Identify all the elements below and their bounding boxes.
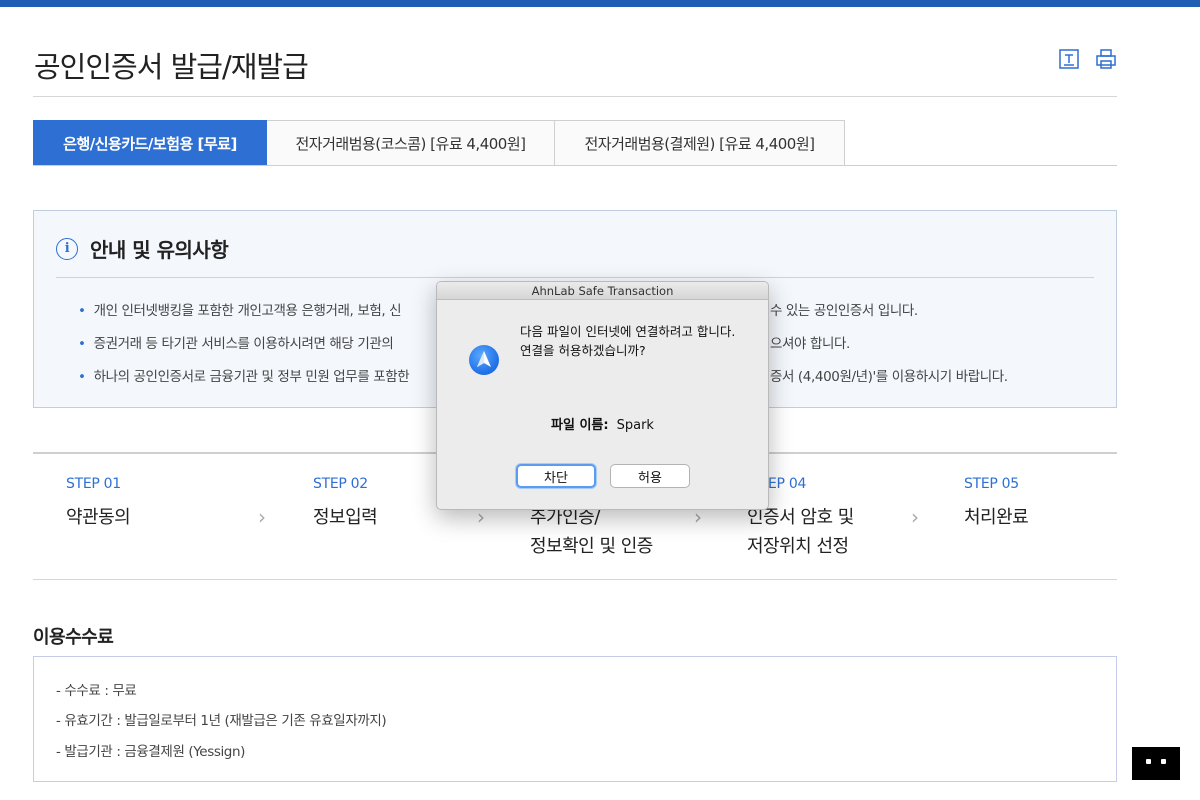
tab-koscom[interactable]: 전자거래범용(코스콤) [유료 4,400원] (267, 120, 555, 166)
notice-item-text-right: 수 있는 공인인증서 입니다. (770, 303, 918, 319)
print-icon[interactable] (1095, 48, 1117, 70)
dialog-message: 다음 파일이 인터넷에 연결하려고 합니다. 연결을 허용하겠습니까? (520, 324, 736, 358)
steps-bottom-border (33, 579, 1117, 580)
step-01-number: STEP 01 (66, 476, 121, 492)
step-05-number: STEP 05 (964, 476, 1019, 492)
file-name-value: Spark (616, 418, 654, 433)
dialog-title: AhnLab Safe Transaction (437, 282, 768, 300)
bullet: • (78, 303, 86, 319)
notice-item: • 하나의 공인인증서로 금융기관 및 정부 민원 업무를 포함한 (78, 365, 410, 385)
bullet: • (78, 336, 86, 352)
step-04-label-line2: 저장위치 선정 (747, 536, 849, 557)
step-04-number: EP 04 (768, 476, 807, 492)
file-name-label: 파일 이름: (551, 418, 609, 433)
page-title: 공인인증서 발급/재발급 (34, 50, 309, 84)
badge-dot (1146, 759, 1151, 764)
step-01-label: 약관동의 (66, 507, 131, 528)
notice-item-text-right: 증서 (4,400원/년)'를 이용하시기 바랍니다. (770, 369, 1008, 385)
step-03-label-line2: 정보확인 및 인증 (530, 536, 653, 557)
allow-button[interactable]: 허용 (610, 464, 690, 488)
notice-item-text: 개인 인터넷뱅킹을 포함한 개인고객용 은행거래, 보험, 신 (93, 303, 402, 319)
dialog-file-info: 파일 이름: Spark (437, 414, 768, 433)
tabs-divider (33, 165, 1117, 166)
safe-transaction-dialog: AhnLab Safe Transaction 다음 파일이 인터넷에 연결하려… (436, 281, 769, 510)
step-04-label: 인증서 암호 및 저장위치 선정 (747, 503, 854, 561)
floating-badge[interactable] (1132, 747, 1180, 780)
title-divider (33, 96, 1117, 97)
notice-item: • 증권거래 등 타기관 서비스를 이용하시려면 해당 기관의 (78, 332, 394, 352)
tab-bank-card-insurance[interactable]: 은행/신용카드/보험용 [무료] (33, 120, 267, 166)
certificate-type-tabs: 은행/신용카드/보험용 [무료] 전자거래범용(코스콤) [유료 4,400원]… (33, 120, 845, 166)
chevron-right-icon: › (911, 505, 919, 529)
notice-heading: i 안내 및 유의사항 (56, 234, 229, 263)
top-accent-bar (0, 0, 1200, 7)
notice-item-text: 하나의 공인인증서로 금융기관 및 정부 민원 업무를 포함한 (93, 369, 410, 385)
step-02-number: STEP 02 (313, 476, 368, 492)
chevron-right-icon: › (258, 505, 266, 529)
step-05-label: 처리완료 (964, 507, 1029, 528)
tab-kftc[interactable]: 전자거래범용(결제원) [유료 4,400원] (555, 120, 845, 166)
notice-divider (56, 277, 1094, 278)
fee-item: - 유효기간 : 발급일로부터 1년 (재발급은 기존 유효일자까지) (56, 713, 387, 729)
info-icon: i (56, 237, 78, 260)
notice-title-text: 안내 및 유의사항 (90, 238, 229, 262)
step-03-label: 추가인증/ 정보확인 및 인증 (530, 503, 653, 561)
fee-section-title: 이용수수료 (33, 627, 114, 648)
bullet: • (78, 369, 86, 385)
fee-item: - 발급기관 : 금융결제원 (Yessign) (56, 744, 246, 760)
badge-dot (1161, 759, 1166, 764)
notice-item-text-right: 으셔야 합니다. (770, 336, 850, 352)
fee-item: - 수수료 : 무료 (56, 683, 137, 699)
notice-item-text: 증권거래 등 타기관 서비스를 이용하시려면 해당 기관의 (93, 336, 394, 352)
spark-app-icon (469, 345, 499, 375)
step-02-label: 정보입력 (313, 507, 378, 528)
notice-item: • 개인 인터넷뱅킹을 포함한 개인고객용 은행거래, 보험, 신 (78, 299, 402, 319)
block-button[interactable]: 차단 (516, 464, 596, 488)
text-size-icon[interactable] (1058, 48, 1080, 70)
